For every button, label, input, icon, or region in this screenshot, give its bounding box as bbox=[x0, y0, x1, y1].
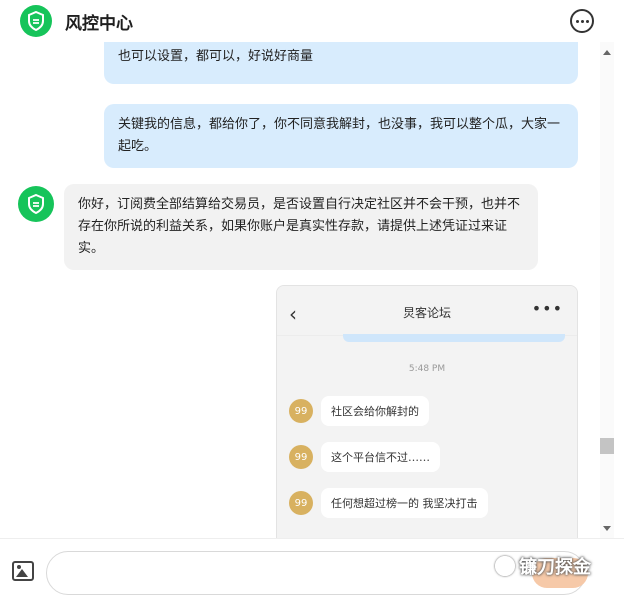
user-message-bubble: 关键我的信息，都给你了，你不同意我解封，也没事，我可以整个瓜，大家一起吃。 bbox=[104, 104, 578, 168]
image-avatar: 99 bbox=[289, 399, 313, 423]
image-bubble-fragment bbox=[343, 334, 565, 342]
image-nav-bar: ‹ 炅客论坛 ••• bbox=[277, 286, 577, 336]
image-avatar: 99 bbox=[289, 491, 313, 515]
more-horizontal-icon[interactable] bbox=[570, 9, 594, 33]
watermark-text: 镰刀探金 bbox=[519, 557, 591, 578]
message-text: 你好，订阅费全部结算给交易员，是否设置自行决定社区并不会干预，也并不存在你所说的… bbox=[78, 197, 521, 256]
image-avatar: 99 bbox=[289, 445, 313, 469]
image-timestamp: 5:48 PM bbox=[408, 364, 446, 374]
image-message-text: 这个平台信不过…… bbox=[321, 442, 440, 472]
chat-scrollbar[interactable] bbox=[600, 42, 614, 538]
bot-avatar bbox=[18, 186, 54, 222]
watermark-logo-icon bbox=[495, 556, 515, 576]
more-icon: ••• bbox=[531, 299, 563, 318]
shield-check-icon bbox=[20, 5, 52, 37]
message-text: 也可以设置，都可以，好说好商量 bbox=[118, 49, 314, 64]
message-image[interactable]: ‹ 炅客论坛 ••• 5:48 PM 99 社区会给你解封的 99 这个平台信不… bbox=[276, 285, 578, 538]
message-text: 关键我的信息，都给你了，你不同意我解封，也没事，我可以整个瓜，大家一起吃。 bbox=[118, 117, 561, 154]
image-message-text: 社区会给你解封的 bbox=[321, 396, 429, 426]
composer-bar: 镰刀探金 bbox=[0, 538, 624, 605]
scroll-down-icon[interactable] bbox=[603, 526, 611, 531]
bot-message-bubble: 你好，订阅费全部结算给交易员，是否设置自行决定社区并不会干预，也并不存在你所说的… bbox=[64, 184, 538, 270]
image-message-text: 任何想超过榜一的 我坚决打击 bbox=[321, 488, 488, 518]
image-icon[interactable] bbox=[12, 561, 34, 581]
user-message-bubble: 也可以设置，都可以，好说好商量 bbox=[104, 42, 578, 84]
image-message-row: 99 这个平台信不过…… bbox=[289, 442, 440, 472]
app-title: 风控中心 bbox=[65, 13, 133, 34]
chat-area: 也可以设置，都可以，好说好商量 关键我的信息，都给你了，你不同意我解封，也没事，… bbox=[0, 42, 600, 538]
image-message-row: 99 社区会给你解封的 bbox=[289, 396, 429, 426]
shield-check-icon bbox=[28, 194, 44, 214]
scroll-thumb[interactable] bbox=[600, 438, 614, 454]
watermark: 镰刀探金 bbox=[495, 553, 591, 579]
image-message-row: 99 任何想超过榜一的 我坚决打击 bbox=[289, 488, 488, 518]
app-header: 风控中心 bbox=[0, 0, 624, 42]
scroll-up-icon[interactable] bbox=[603, 50, 611, 55]
